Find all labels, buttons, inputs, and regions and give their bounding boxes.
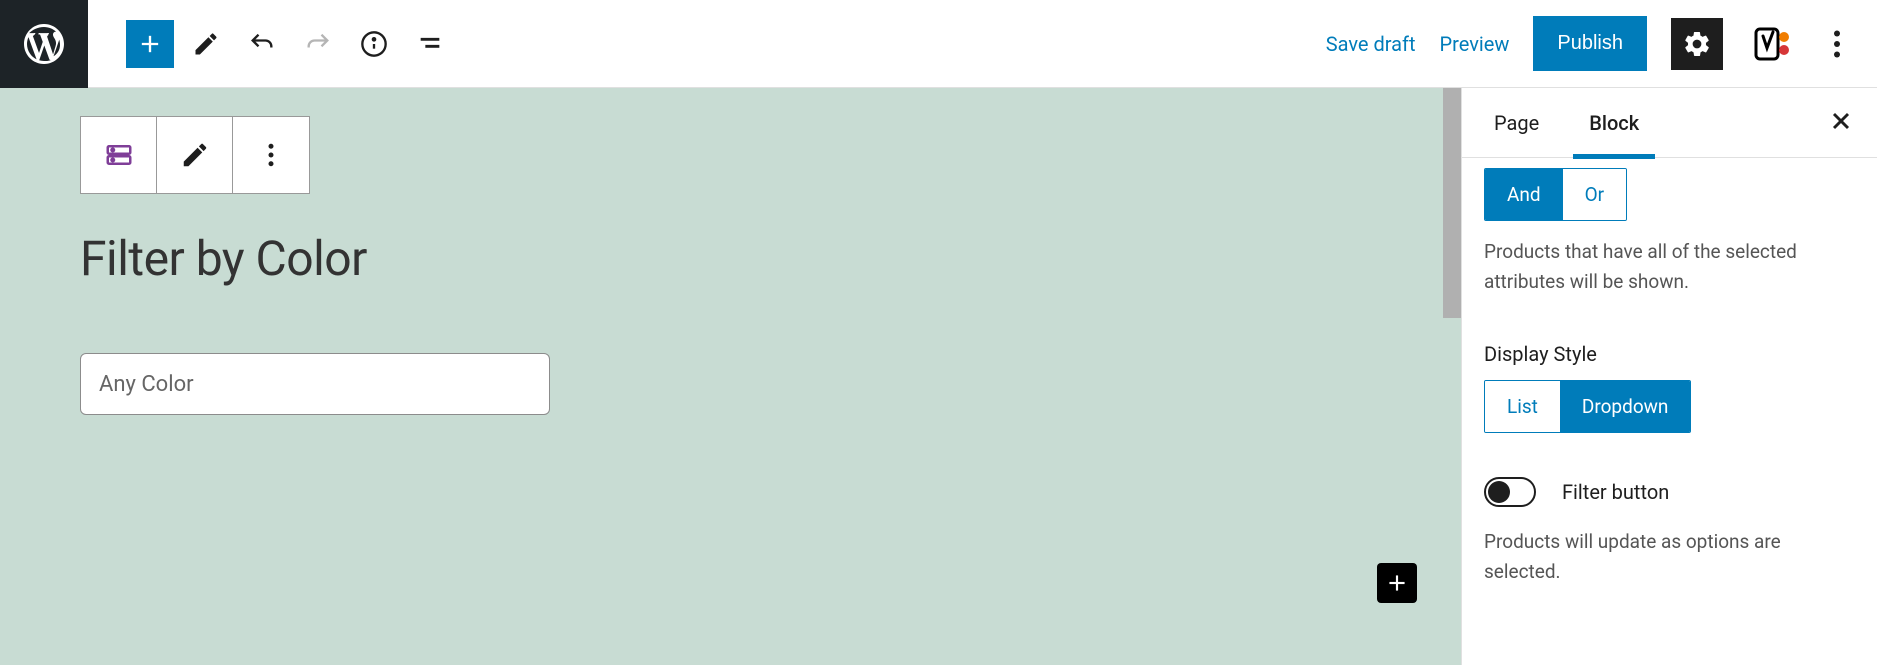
save-draft-button[interactable]: Save draft (1326, 32, 1416, 56)
display-style-group: List Dropdown (1484, 380, 1691, 433)
dropdown-placeholder: Any Color (99, 372, 194, 397)
block-type-icon[interactable] (81, 117, 157, 193)
display-list-button[interactable]: List (1485, 381, 1560, 432)
more-options-icon[interactable] (1819, 20, 1855, 68)
edit-block-icon[interactable] (157, 117, 233, 193)
display-dropdown-button[interactable]: Dropdown (1560, 381, 1691, 432)
block-more-icon[interactable] (233, 117, 309, 193)
add-block-button[interactable] (126, 20, 174, 68)
publish-button[interactable]: Publish (1533, 16, 1647, 71)
redo-icon (294, 20, 342, 68)
query-and-button[interactable]: And (1485, 169, 1563, 220)
block-toolbar (80, 116, 310, 194)
tab-block[interactable]: Block (1579, 88, 1649, 158)
tab-page[interactable]: Page (1484, 88, 1549, 158)
add-block-fab[interactable] (1377, 563, 1417, 603)
filter-button-helper: Products will update as options are sele… (1484, 527, 1855, 588)
edit-icon[interactable] (182, 20, 230, 68)
filter-button-toggle[interactable] (1484, 477, 1536, 507)
wordpress-logo[interactable] (0, 0, 88, 88)
query-type-helper: Products that have all of the selected a… (1484, 237, 1855, 298)
scrollbar[interactable] (1443, 88, 1461, 318)
preview-button[interactable]: Preview (1440, 32, 1510, 56)
close-icon[interactable] (1827, 107, 1855, 139)
filter-button-label: Filter button (1562, 480, 1669, 504)
query-type-group: And Or (1484, 168, 1627, 221)
query-or-button[interactable]: Or (1563, 169, 1627, 220)
color-dropdown[interactable]: Any Color (80, 353, 550, 415)
info-icon[interactable] (350, 20, 398, 68)
outline-icon[interactable] (406, 20, 454, 68)
settings-button[interactable] (1671, 18, 1723, 70)
block-title[interactable]: Filter by Color (80, 230, 1381, 287)
display-style-label: Display Style (1484, 342, 1855, 366)
undo-icon[interactable] (238, 20, 286, 68)
editor-canvas[interactable]: Filter by Color Any Color (0, 88, 1461, 665)
yoast-icon[interactable] (1747, 20, 1795, 68)
